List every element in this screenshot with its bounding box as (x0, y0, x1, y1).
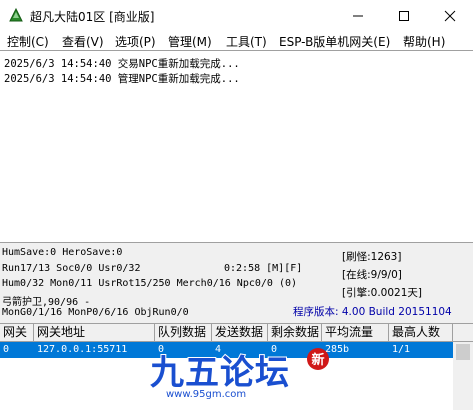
column-header[interactable]: 网关 (0, 324, 34, 342)
table-cell: 285b (325, 344, 350, 355)
scrollbar-thumb[interactable] (456, 344, 470, 360)
log-line: 2025/6/3 14:54:40 管理NPC重新加载完成... (4, 73, 240, 85)
app-icon (8, 7, 24, 23)
maximize-icon (399, 11, 409, 21)
log-line: 2025/6/3 14:54:40 交易NPC重新加载完成... (4, 58, 240, 70)
close-icon (444, 10, 456, 22)
column-header[interactable]: 剩余数据 (268, 324, 322, 342)
table-cell: 0 (3, 344, 10, 355)
watermark-text: 九五论坛 (149, 352, 290, 394)
status-save: HumSave:0 HeroSave:0 (2, 247, 123, 258)
menu-control[interactable]: 控制(C) (7, 33, 49, 50)
column-header[interactable]: 发送数据 (212, 324, 268, 342)
column-header[interactable]: 最高人数 (389, 324, 453, 342)
menu-bar: 控制(C) 查看(V) 选项(P) 管理(M) 工具(T) ESP-B版单机网关… (0, 31, 473, 50)
window-title: 超凡大陆01区 [商业版] (30, 10, 155, 24)
online-count: [在线:9/9/0] (342, 269, 402, 281)
watermark-url: www.95gm.com (166, 389, 247, 400)
log-area[interactable]: 2025/6/3 14:54:40 交易NPC重新加载完成... 2025/6/… (0, 50, 473, 243)
menu-tools[interactable]: 工具(T) (226, 33, 267, 50)
watermark-seal-icon: 新 (307, 348, 329, 370)
status-clock: 0:2:58 [M][F] (224, 263, 303, 274)
table-cell: 127.0.0.1:55711 (37, 344, 128, 355)
engine-uptime: [引擎:0.0021天] (342, 287, 422, 299)
menu-view[interactable]: 查看(V) (62, 33, 104, 50)
title-bar[interactable]: 超凡大陆01区 [商业版] (0, 0, 473, 31)
menu-options[interactable]: 选项(P) (115, 33, 156, 50)
column-header[interactable]: 网关地址 (34, 324, 155, 342)
minimize-icon (353, 15, 363, 17)
close-button[interactable] (427, 0, 473, 31)
menu-manage[interactable]: 管理(M) (168, 33, 212, 50)
table-cell: 1/1 (392, 344, 411, 355)
status-hum: Hum0/32 Mon0/11 UsrRot15/250 Merch0/16 N… (2, 278, 298, 289)
column-header[interactable]: 队列数据 (155, 324, 212, 342)
status-guard: 弓箭护卫,90/96 - (2, 297, 91, 308)
vertical-scrollbar[interactable] (453, 342, 473, 410)
status-mon: MonG0/1/16 MonP0/6/16 ObjRun0/0 (2, 307, 189, 318)
maximize-button[interactable] (381, 0, 427, 31)
menu-help[interactable]: 帮助(H) (403, 33, 445, 50)
column-header-filler (453, 324, 473, 342)
column-header[interactable]: 平均流量 (322, 324, 389, 342)
status-panel: HumSave:0 HeroSave:0 Run17/13 Soc0/0 Usr… (0, 243, 473, 323)
refresh-monster-count: [刷怪:1263] (342, 251, 402, 263)
program-version: 程序版本: 4.00 Build 20151104 (293, 306, 452, 318)
minimize-button[interactable] (335, 0, 381, 31)
menu-espb[interactable]: ESP-B版单机网关(E) (279, 33, 390, 50)
svg-text:新: 新 (311, 352, 324, 368)
watermark: 九五论坛 www.95gm.com 新 (140, 345, 330, 405)
status-run: Run17/13 Soc0/0 Usr0/32 (2, 263, 141, 274)
